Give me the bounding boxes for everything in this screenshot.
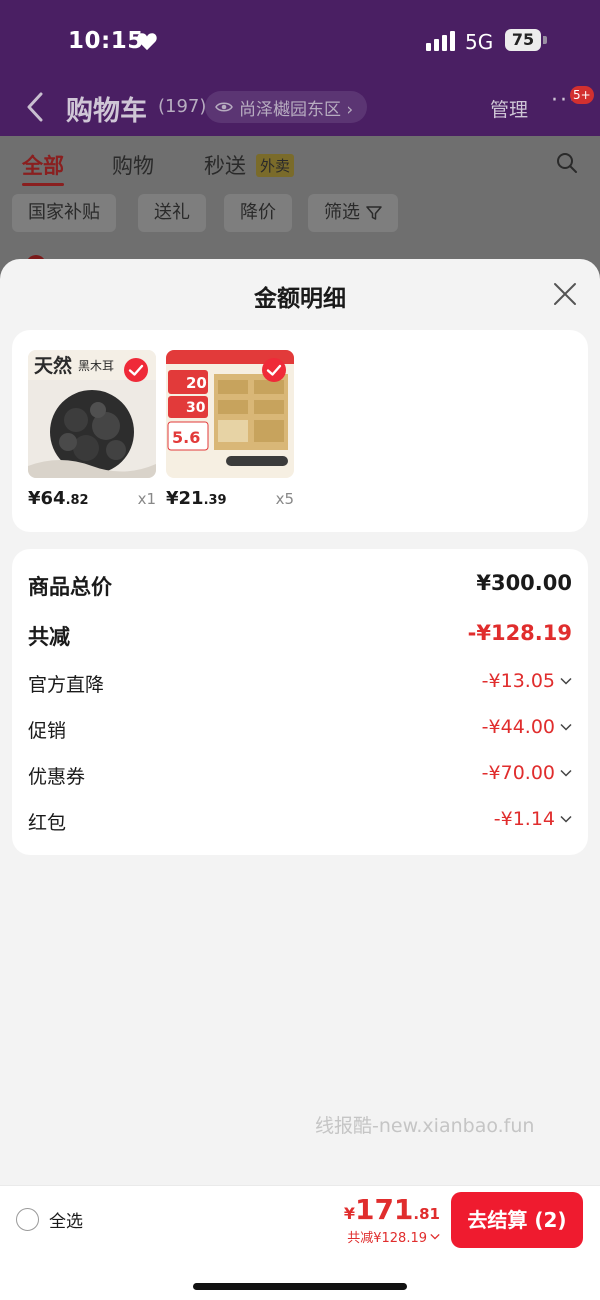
product-quantity: x1 [137,490,156,508]
product-price-decimal: .82 [65,493,89,508]
product-price-decimal: .39 [203,493,227,508]
check-icon[interactable] [124,358,148,382]
status-time: 10:15 [68,28,144,54]
home-indicator [193,1283,407,1290]
select-all-toggle[interactable]: 全选 [16,1207,83,1232]
total-saved-toggle[interactable]: 共减¥128.19 [347,1227,440,1246]
total-price-value: ¥300.00 [476,571,572,595]
notification-badge: 5+ [570,86,594,104]
discount-label: 优惠券 [28,766,86,788]
eye-icon [215,102,233,112]
total-price-label: 商品总价 [28,575,112,599]
product-image-text: 5.6 [172,428,200,447]
filter-button[interactable]: 筛选 [308,194,398,232]
discount-value: -¥1.14 [494,808,572,830]
discount-label: 红包 [28,812,67,834]
product-price: ¥21.39 [166,488,227,509]
chevron-down-icon [560,769,572,777]
product-price: ¥64.82 [28,488,89,509]
checkout-bar: 全选 ¥171.81 共减¥128.19 去结算 (2) [0,1185,600,1300]
product-price-integer: ¥21 [166,488,204,509]
signal-icon [426,31,455,51]
amount-detail-sheet: 金额明细 天然 黑木耳 ¥64.82 x1 20 30 5.6 ¥21.39 x… [0,259,600,1300]
address-label: 尚泽樾园东区 › [239,99,354,120]
sheet-title: 金额明细 [254,286,346,312]
heart-icon [137,33,157,51]
product-item[interactable]: 20 30 5.6 ¥21.39 x5 [166,350,294,509]
product-price-integer: ¥64 [28,488,66,509]
back-icon[interactable] [26,92,44,122]
total-discount-row: 共减 -¥128.19 [28,621,572,651]
discount-amount: -¥1.14 [493,808,555,830]
watermark: 线报酷-new.xianbao.fun [315,1115,535,1137]
search-icon[interactable] [556,152,578,174]
takeout-tag: 外卖 [256,154,295,177]
total-integer: 171 [354,1193,414,1226]
network-label: 5G [465,30,494,54]
close-icon[interactable] [553,282,577,306]
discount-value: -¥44.00 [482,716,572,738]
manage-button[interactable]: 管理 [490,95,528,122]
tab-express[interactable]: 秒送 [204,150,246,180]
product-image-text: 天然 [34,354,72,377]
total-discount-label: 共减 [28,625,70,649]
product-item[interactable]: 天然 黑木耳 ¥64.82 x1 [28,350,156,509]
product-image: 20 30 5.6 [166,350,294,478]
product-image-text: 30 [186,400,206,416]
check-icon[interactable] [262,358,286,382]
discount-row-official[interactable]: 官方直降 -¥13.05 [28,670,572,700]
filter-label: 筛选 [324,202,360,223]
chevron-down-icon [560,815,572,823]
discount-label: 促销 [28,720,67,742]
select-all-label: 全选 [49,1212,83,1232]
tab-bar: 全部 购物 秒送 外卖 国家补贴 送礼 降价 筛选 [0,136,600,275]
product-image-text: 黑木耳 [78,359,114,373]
products-card: 天然 黑木耳 ¥64.82 x1 20 30 5.6 ¥21.39 x5 [12,330,588,532]
status-bar: 10:15 5G 75 [0,0,600,80]
tab-all[interactable]: 全部 [22,150,64,186]
tab-shopping[interactable]: 购物 [112,150,154,180]
discount-value: -¥13.05 [482,670,572,692]
total-discount-value: -¥128.19 [467,621,572,645]
discount-amount: -¥70.00 [481,762,555,784]
discount-amount: -¥13.05 [481,670,555,692]
chevron-down-icon [430,1233,440,1240]
discount-row-red-packet[interactable]: 红包 -¥1.14 [28,808,572,838]
total-currency: ¥ [343,1204,355,1223]
total-amount: ¥171.81 [344,1193,440,1226]
radio-icon [16,1208,39,1231]
discount-row-promotion[interactable]: 促销 -¥44.00 [28,716,572,746]
discount-value: -¥70.00 [482,762,572,784]
product-quantity: x5 [275,490,294,508]
nav-bar: 购物车 (197) 尚泽樾园东区 › 管理 ··· 5+ [0,80,600,136]
total-price-row: 商品总价 ¥300.00 [28,571,572,601]
cart-count: (197) [158,96,207,117]
discount-row-coupon[interactable]: 优惠券 -¥70.00 [28,762,572,792]
discount-amount: -¥44.00 [481,716,555,738]
filter-price-drop[interactable]: 降价 [224,194,292,232]
battery-cap [543,36,547,44]
price-summary-card: 商品总价 ¥300.00 共减 -¥128.19 官方直降 -¥13.05 促销… [12,549,588,855]
address-selector[interactable]: 尚泽樾园东区 › [205,91,368,123]
total-saved-label: 共减¥128.19 [347,1231,427,1246]
battery-indicator: 75 [505,29,541,51]
page-title: 购物车 [66,96,147,127]
product-image: 天然 黑木耳 [28,350,156,478]
product-image-text: 20 [186,374,207,392]
total-decimal: .81 [413,1205,440,1223]
chevron-down-icon [560,677,572,685]
checkout-button[interactable]: 去结算 (2) [451,1192,583,1248]
filter-gift[interactable]: 送礼 [138,194,206,232]
chevron-down-icon [560,723,572,731]
filter-icon [366,206,382,220]
discount-label: 官方直降 [28,674,105,696]
filter-national-subsidy[interactable]: 国家补贴 [12,194,116,232]
